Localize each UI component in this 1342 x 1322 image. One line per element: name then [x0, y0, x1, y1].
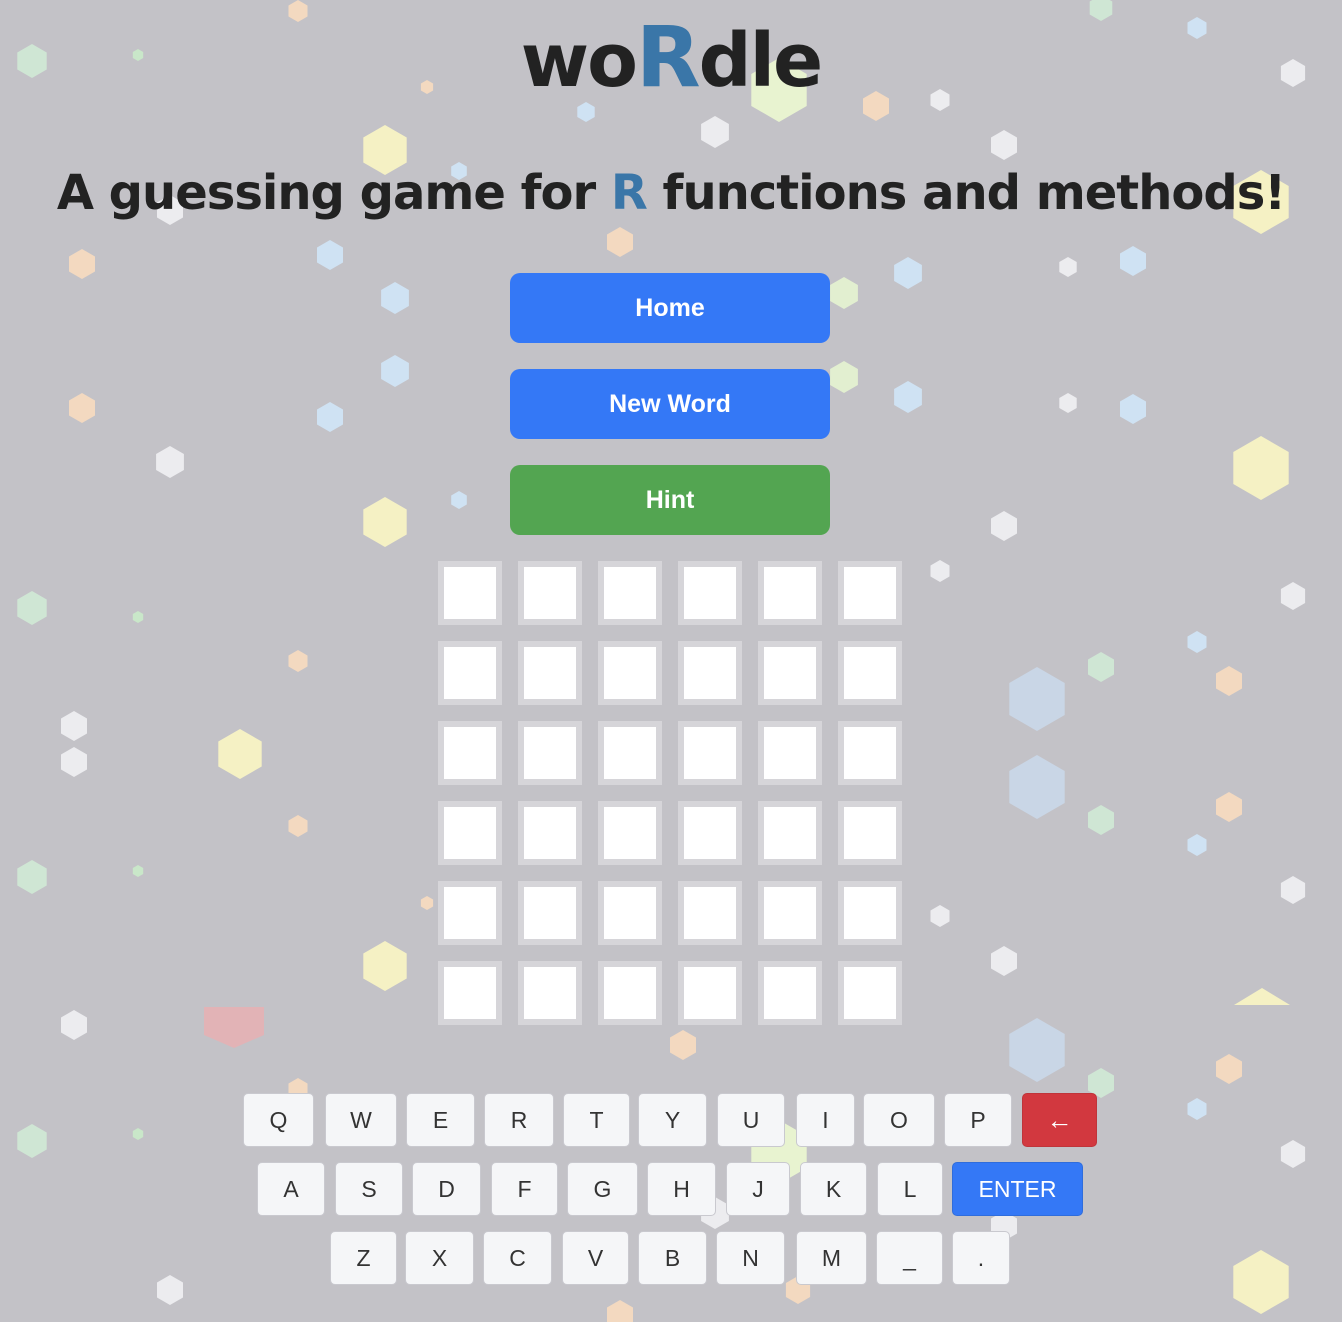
board-tile: [598, 641, 662, 705]
board-tile: [838, 881, 902, 945]
board-tile: [438, 881, 502, 945]
key-o[interactable]: O: [863, 1093, 935, 1147]
board-tile: [758, 801, 822, 865]
board-tile: [598, 961, 662, 1025]
board-tile: [598, 801, 662, 865]
logo-accent: R: [635, 8, 701, 106]
key-y[interactable]: Y: [638, 1093, 707, 1147]
board-tile: [678, 641, 742, 705]
key-g[interactable]: G: [567, 1162, 638, 1216]
backspace-key[interactable]: ←: [1022, 1093, 1097, 1147]
key-z[interactable]: Z: [330, 1231, 397, 1285]
key-r[interactable]: R: [484, 1093, 554, 1147]
key-b[interactable]: B: [638, 1231, 707, 1285]
key-h[interactable]: H: [647, 1162, 716, 1216]
key-l[interactable]: L: [877, 1162, 943, 1216]
key-e[interactable]: E: [406, 1093, 475, 1147]
board-tile: [838, 641, 902, 705]
app-logo: woRdle: [0, 14, 1342, 104]
board-tile: [678, 881, 742, 945]
key-m[interactable]: M: [796, 1231, 867, 1285]
board-tile: [758, 961, 822, 1025]
tagline-accent: R: [610, 165, 648, 221]
board-tile: [438, 561, 502, 625]
page-tagline: A guessing game for R functions and meth…: [0, 164, 1342, 222]
board-tile: [518, 801, 582, 865]
board-tile: [838, 801, 902, 865]
key-q[interactable]: Q: [243, 1093, 314, 1147]
key-a[interactable]: A: [257, 1162, 325, 1216]
key-k[interactable]: K: [800, 1162, 867, 1216]
home-button[interactable]: Home: [510, 273, 830, 343]
board-tile: [678, 961, 742, 1025]
key-underscore[interactable]: _: [876, 1231, 943, 1285]
key-d[interactable]: D: [412, 1162, 481, 1216]
board-tile: [678, 561, 742, 625]
key-f[interactable]: F: [491, 1162, 558, 1216]
board-tile: [598, 721, 662, 785]
key-j[interactable]: J: [726, 1162, 790, 1216]
board-tile: [518, 881, 582, 945]
tagline-prefix: A guessing game for: [56, 165, 611, 221]
board-tile: [758, 561, 822, 625]
board-tile: [758, 881, 822, 945]
key-i[interactable]: I: [796, 1093, 855, 1147]
key-t[interactable]: T: [563, 1093, 630, 1147]
board-tile: [518, 721, 582, 785]
board-tile: [518, 561, 582, 625]
key-s[interactable]: S: [335, 1162, 403, 1216]
board-tile: [518, 961, 582, 1025]
key-w[interactable]: W: [325, 1093, 397, 1147]
board-tile: [758, 721, 822, 785]
logo-prefix: wo: [520, 18, 638, 104]
new-word-button[interactable]: New Word: [510, 369, 830, 439]
board-tile: [438, 801, 502, 865]
tagline-suffix: functions and methods!: [646, 165, 1287, 221]
board-tile: [438, 641, 502, 705]
board-tile: [838, 561, 902, 625]
board-tile: [838, 961, 902, 1025]
key-x[interactable]: X: [405, 1231, 474, 1285]
key-p[interactable]: P: [944, 1093, 1012, 1147]
logo-suffix: dle: [698, 18, 824, 104]
key-period[interactable]: .: [952, 1231, 1010, 1285]
board-tile: [838, 721, 902, 785]
board-tile: [438, 961, 502, 1025]
key-n[interactable]: N: [716, 1231, 785, 1285]
key-v[interactable]: V: [562, 1231, 629, 1285]
hint-button[interactable]: Hint: [510, 465, 830, 535]
key-u[interactable]: U: [717, 1093, 785, 1147]
board-tile: [758, 641, 822, 705]
enter-key[interactable]: ENTER: [952, 1162, 1083, 1216]
board-tile: [678, 801, 742, 865]
board-tile: [598, 881, 662, 945]
board-tile: [438, 721, 502, 785]
board-tile: [518, 641, 582, 705]
key-c[interactable]: C: [483, 1231, 552, 1285]
board-tile: [678, 721, 742, 785]
board-tile: [598, 561, 662, 625]
